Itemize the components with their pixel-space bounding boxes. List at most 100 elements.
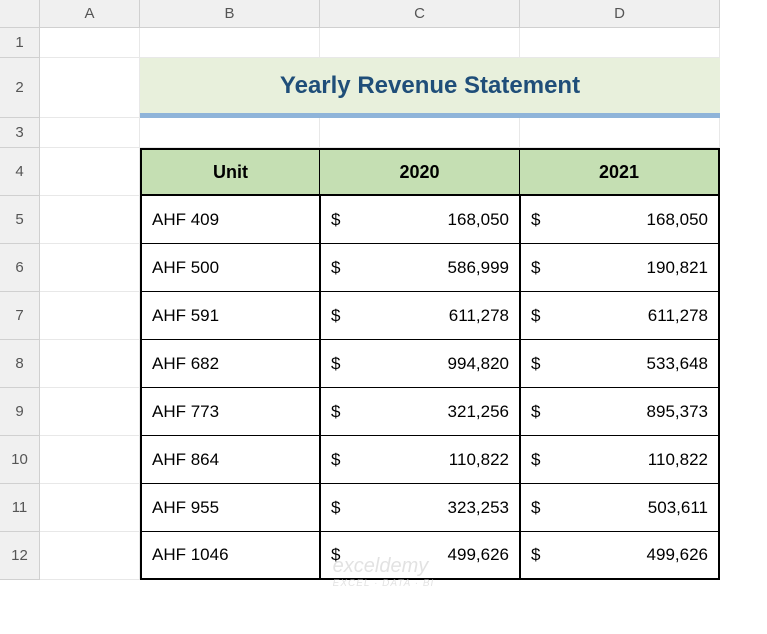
amount-value: 895,373: [540, 402, 708, 422]
row-header-3[interactable]: 3: [0, 118, 40, 148]
cell[interactable]: [40, 28, 140, 58]
currency-symbol: $: [531, 545, 540, 565]
header-label: 2020: [399, 162, 439, 183]
select-all-corner[interactable]: [0, 0, 40, 28]
cell[interactable]: [40, 532, 140, 580]
currency-symbol: $: [531, 210, 540, 230]
header-label: Unit: [213, 162, 248, 183]
value-2020-cell[interactable]: $110,822: [320, 436, 520, 484]
amount-value: 323,253: [340, 498, 509, 518]
row-header-2[interactable]: 2: [0, 58, 40, 118]
cell[interactable]: [40, 244, 140, 292]
currency-symbol: $: [531, 258, 540, 278]
unit-cell[interactable]: AHF 955: [140, 484, 320, 532]
header-2021[interactable]: 2021: [520, 148, 720, 196]
col-header-A[interactable]: A: [40, 0, 140, 28]
currency-symbol: $: [331, 258, 340, 278]
cell[interactable]: [320, 118, 520, 148]
spreadsheet-grid: ABCD 12 Yearly Revenue Statement 34 Unit 2020…: [0, 0, 767, 580]
value-2020-cell[interactable]: $168,050: [320, 196, 520, 244]
amount-value: 503,611: [540, 498, 708, 518]
unit-cell[interactable]: AHF 1046: [140, 532, 320, 580]
col-header-C[interactable]: C: [320, 0, 520, 28]
unit-value: AHF 409: [152, 210, 219, 230]
value-2021-cell[interactable]: $168,050: [520, 196, 720, 244]
currency-symbol: $: [331, 402, 340, 422]
cell[interactable]: [520, 118, 720, 148]
amount-value: 994,820: [340, 354, 509, 374]
unit-value: AHF 955: [152, 498, 219, 518]
cell[interactable]: [40, 436, 140, 484]
value-2020-cell[interactable]: $994,820: [320, 340, 520, 388]
cell[interactable]: [140, 118, 320, 148]
cell[interactable]: [40, 196, 140, 244]
unit-value: AHF 864: [152, 450, 219, 470]
currency-symbol: $: [331, 498, 340, 518]
value-2021-cell[interactable]: $499,626: [520, 532, 720, 580]
cell[interactable]: [40, 58, 140, 118]
currency-symbol: $: [331, 210, 340, 230]
unit-value: AHF 1046: [152, 545, 229, 565]
cell[interactable]: [40, 340, 140, 388]
col-header-D[interactable]: D: [520, 0, 720, 28]
row-header-9[interactable]: 9: [0, 388, 40, 436]
unit-cell[interactable]: AHF 682: [140, 340, 320, 388]
row-header-12[interactable]: 12: [0, 532, 40, 580]
cell[interactable]: [40, 118, 140, 148]
amount-value: 611,278: [540, 306, 708, 326]
col-header-B[interactable]: B: [140, 0, 320, 28]
cell[interactable]: [40, 148, 140, 196]
unit-cell[interactable]: AHF 500: [140, 244, 320, 292]
currency-symbol: $: [531, 498, 540, 518]
value-2020-cell[interactable]: $323,253: [320, 484, 520, 532]
row-header-1[interactable]: 1: [0, 28, 40, 58]
cell[interactable]: [520, 28, 720, 58]
unit-value: AHF 682: [152, 354, 219, 374]
value-2020-cell[interactable]: $611,278: [320, 292, 520, 340]
cell[interactable]: [40, 388, 140, 436]
unit-cell[interactable]: AHF 409: [140, 196, 320, 244]
cell[interactable]: [40, 292, 140, 340]
currency-symbol: $: [331, 545, 340, 565]
row-header-8[interactable]: 8: [0, 340, 40, 388]
currency-symbol: $: [531, 306, 540, 326]
cell[interactable]: [40, 484, 140, 532]
amount-value: 611,278: [340, 306, 509, 326]
value-2021-cell[interactable]: $611,278: [520, 292, 720, 340]
unit-cell[interactable]: AHF 773: [140, 388, 320, 436]
row-header-10[interactable]: 10: [0, 436, 40, 484]
value-2021-cell[interactable]: $190,821: [520, 244, 720, 292]
currency-symbol: $: [531, 354, 540, 374]
value-2020-cell[interactable]: $499,626: [320, 532, 520, 580]
title-cell[interactable]: Yearly Revenue Statement: [140, 58, 720, 118]
value-2020-cell[interactable]: $321,256: [320, 388, 520, 436]
currency-symbol: $: [531, 450, 540, 470]
currency-symbol: $: [331, 306, 340, 326]
row-header-6[interactable]: 6: [0, 244, 40, 292]
amount-value: 168,050: [340, 210, 509, 230]
cell[interactable]: [320, 28, 520, 58]
amount-value: 110,822: [540, 450, 708, 470]
unit-cell[interactable]: AHF 591: [140, 292, 320, 340]
currency-symbol: $: [531, 402, 540, 422]
row-header-4[interactable]: 4: [0, 148, 40, 196]
currency-symbol: $: [331, 450, 340, 470]
row-header-11[interactable]: 11: [0, 484, 40, 532]
amount-value: 499,626: [340, 545, 509, 565]
amount-value: 110,822: [340, 450, 509, 470]
value-2021-cell[interactable]: $895,373: [520, 388, 720, 436]
value-2021-cell[interactable]: $533,648: [520, 340, 720, 388]
row-header-7[interactable]: 7: [0, 292, 40, 340]
header-unit[interactable]: Unit: [140, 148, 320, 196]
row-header-5[interactable]: 5: [0, 196, 40, 244]
header-2020[interactable]: 2020: [320, 148, 520, 196]
unit-value: AHF 500: [152, 258, 219, 278]
header-label: 2021: [599, 162, 639, 183]
value-2020-cell[interactable]: $586,999: [320, 244, 520, 292]
value-2021-cell[interactable]: $110,822: [520, 436, 720, 484]
unit-cell[interactable]: AHF 864: [140, 436, 320, 484]
amount-value: 586,999: [340, 258, 509, 278]
unit-value: AHF 773: [152, 402, 219, 422]
value-2021-cell[interactable]: $503,611: [520, 484, 720, 532]
cell[interactable]: [140, 28, 320, 58]
